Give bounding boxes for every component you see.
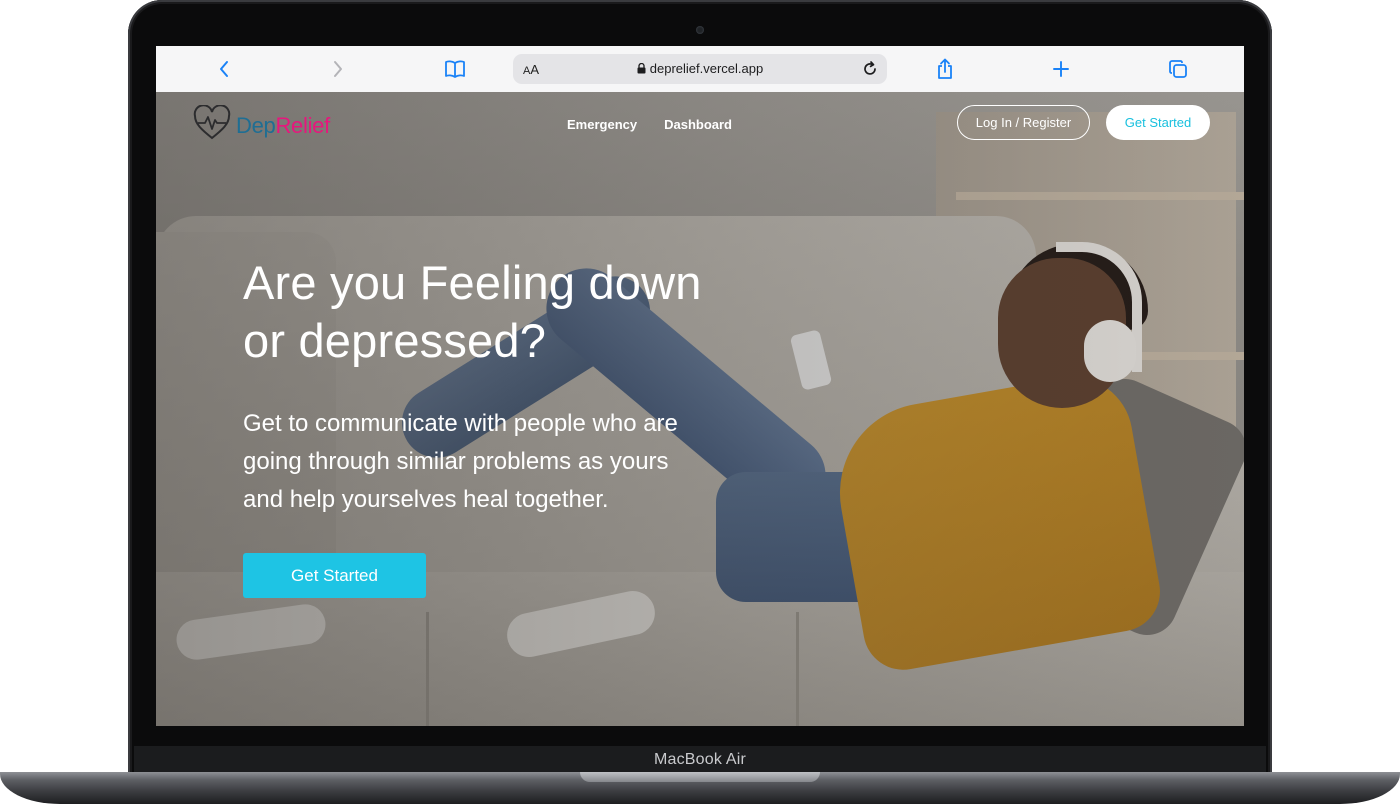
hero-subtitle-line: going through similar problems as yours — [243, 448, 669, 475]
lock-icon — [637, 62, 646, 77]
hero-subtitle-line: Get to communicate with people who are — [243, 410, 678, 437]
hero-subtitle-line: and help yourselves heal together. — [243, 486, 609, 513]
tabs-icon[interactable] — [1167, 58, 1189, 80]
hero-get-started-button[interactable]: Get Started — [243, 553, 426, 598]
logo-wordmark: DepRelief — [236, 112, 330, 138]
share-icon[interactable] — [934, 58, 956, 80]
nav-link-emergency[interactable]: Emergency — [567, 117, 637, 132]
header-get-started-button[interactable]: Get Started — [1106, 105, 1210, 140]
model-label: MacBook Air — [653, 751, 746, 768]
hero-title: Are you Feeling down or depressed? — [243, 254, 843, 370]
main-nav: Emergency Dashboard — [567, 117, 732, 132]
heart-pulse-icon — [192, 104, 232, 146]
browser-toolbar: AA deprelief.vercel.app — [156, 46, 1244, 93]
camera-dot — [696, 26, 704, 34]
login-register-button[interactable]: Log In / Register — [957, 105, 1090, 140]
nav-link-dashboard[interactable]: Dashboard — [664, 117, 732, 132]
reload-icon[interactable] — [861, 60, 879, 83]
url-display[interactable]: deprelief.vercel.app — [513, 61, 887, 77]
bottom-bezel: MacBook Air — [134, 746, 1266, 774]
hero-title-line: or depressed? — [243, 314, 547, 367]
chevron-right-icon[interactable] — [327, 58, 349, 80]
site-header: DepRelief Emergency Dashboard Log In / R… — [156, 92, 1244, 160]
browser-screen: AA deprelief.vercel.app DepRelief Emerge… — [156, 46, 1244, 726]
site-logo[interactable]: DepRelief — [192, 104, 330, 146]
address-bar[interactable]: AA deprelief.vercel.app — [513, 54, 887, 84]
hero-subtitle: Get to communicate with people who are g… — [243, 405, 843, 519]
laptop-hinge-notch — [580, 772, 820, 782]
plus-icon[interactable] — [1050, 58, 1072, 80]
chevron-left-icon[interactable] — [213, 58, 235, 80]
book-icon[interactable] — [444, 58, 466, 80]
hero-title-line: Are you Feeling down — [243, 256, 702, 309]
